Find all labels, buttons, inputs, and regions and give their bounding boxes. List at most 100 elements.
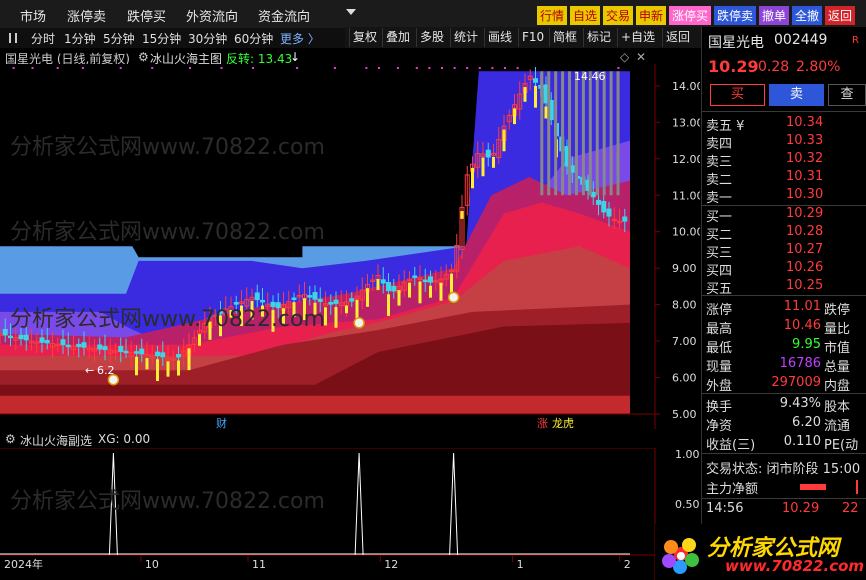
tab-intraday[interactable]: 分时 [31, 30, 55, 47]
signal-bar [513, 108, 516, 125]
stat-row-label2: 内盘 [824, 379, 851, 394]
bid-row[interactable]: 买四 10.26 [702, 260, 866, 279]
stat2-row-label2: 股本 [824, 400, 851, 415]
ask-row[interactable]: 卖一 10.30 [702, 187, 866, 206]
candle-body [2, 328, 8, 336]
menu-fund-flow[interactable]: 资金流向 [258, 6, 310, 25]
sub-gear-icon[interactable]: ⚙ [5, 432, 16, 446]
resistance-bar [609, 71, 613, 196]
candle-body [81, 342, 87, 348]
quick-watchlist-button[interactable]: 自选 [570, 6, 601, 25]
signal-dot [151, 67, 154, 69]
ask-row[interactable]: 卖三 10.32 [702, 151, 866, 170]
ask-row[interactable]: 卖二 10.31 [702, 169, 866, 188]
tool-stats[interactable]: 统计 [450, 28, 481, 47]
signal-dot [31, 67, 34, 69]
tab-15min[interactable]: 15分钟 [142, 30, 181, 47]
quick-cancel-all-button[interactable]: 全撤 [792, 6, 823, 25]
candle-body [76, 343, 82, 348]
quick-ipo-button[interactable]: 申新 [636, 6, 667, 25]
stat2-row: 收益(三) 0.110 PE(动 [702, 434, 866, 453]
quick-back-button[interactable]: 返回 [825, 6, 856, 25]
tool-back[interactable]: 返回 [662, 28, 693, 47]
bid-row[interactable]: 买五 10.25 [702, 278, 866, 297]
resistance-bar [547, 71, 551, 196]
stat-row-value: 16786 [779, 356, 821, 371]
bid-row[interactable]: 买三 10.27 [702, 242, 866, 261]
bid-row[interactable]: 买二 10.28 [702, 224, 866, 243]
money-bag-icon [353, 317, 365, 329]
signal-dot [189, 67, 191, 69]
sub-tick-2: 0.50 [675, 498, 700, 511]
marker-dragon-tiger[interactable]: 龙虎 [552, 417, 574, 429]
stat-row-label2: 跌停 [824, 303, 851, 318]
candle-body [422, 279, 428, 283]
tool-simple-frame[interactable]: 简框 [549, 28, 580, 47]
tool-f10[interactable]: F10 [518, 28, 547, 47]
bid-row-price: 10.29 [786, 206, 824, 221]
candle-body [18, 334, 24, 340]
marker-finance[interactable]: 财 [216, 416, 227, 429]
tab-5min[interactable]: 5分钟 [103, 30, 135, 47]
quick-limit-up-buy-button[interactable]: 涨停买 [669, 6, 712, 25]
price-tick-label: 11.00 [672, 189, 700, 202]
divider [702, 498, 866, 499]
menu-limit-down-buy[interactable]: 跌停买 [127, 6, 166, 25]
period-icon[interactable] [9, 33, 17, 43]
ask-row-price: 10.31 [786, 169, 824, 184]
bid-row[interactable]: 买一 10.29 [702, 206, 866, 225]
menu-market[interactable]: 市场 [20, 6, 46, 25]
divider [702, 111, 866, 112]
menu-dropdown-icon[interactable] [346, 9, 356, 15]
signal-dot [415, 67, 418, 69]
query-button[interactable]: 查 [828, 84, 866, 106]
sell-button[interactable]: 卖 [769, 84, 824, 106]
marker-limit-up[interactable]: 涨 [537, 417, 548, 429]
tool-mark[interactable]: 标记 [583, 28, 614, 47]
candle-body [596, 199, 601, 205]
stat-row-label2: 量比 [824, 322, 851, 337]
main-price-chart[interactable]: 分析家公式网www.70822.com 分析家公式网www.70822.com … [0, 64, 700, 429]
menu-foreign-flow[interactable]: 外资流向 [186, 6, 238, 25]
quick-limit-down-sell-button[interactable]: 跌停卖 [714, 6, 757, 25]
tool-multi[interactable]: 多股 [416, 28, 447, 47]
date-label: 11 [252, 558, 266, 571]
resistance-bar [588, 71, 592, 196]
quick-cancel-button[interactable]: 撤单 [759, 6, 790, 25]
tab-60min[interactable]: 60分钟 [234, 30, 273, 47]
candle-body [155, 351, 160, 357]
stat-row-label2: 市值 [824, 341, 851, 356]
indicator-gear-icon[interactable]: ⚙ [138, 50, 149, 64]
signal-bar [534, 85, 537, 108]
sub-indicator-chart[interactable]: 分析家公式网www.70822.com 1.00 0.50 2024年 10 11 1… [0, 448, 700, 580]
close-icon[interactable]: ✕ [636, 50, 646, 64]
quick-quote-button[interactable]: 行情 [537, 6, 568, 25]
tool-draw[interactable]: 画线 [484, 28, 515, 47]
tab-30min[interactable]: 30分钟 [188, 30, 227, 47]
buy-button[interactable]: 买 [710, 84, 765, 106]
menu-limit-up-sell[interactable]: 涨停卖 [67, 6, 106, 25]
tab-more[interactable]: 更多 〉 [280, 30, 320, 47]
ask-row-price: 10.33 [786, 133, 824, 148]
sub-indicator-name[interactable]: 冰山火海副选 [20, 432, 92, 449]
stat2-row: 净资 6.20 流通 [702, 415, 866, 434]
signal-bar [439, 282, 443, 301]
quick-trade-button[interactable]: 交易 [603, 6, 634, 25]
ask-row[interactable]: 卖四 10.33 [702, 133, 866, 152]
bid-row-label: 买一 [706, 210, 733, 225]
signal-bar [544, 106, 548, 119]
price-tick-label: 14.00 [672, 80, 700, 93]
candle-body [65, 344, 71, 348]
stat2-row-value: 6.20 [792, 415, 821, 430]
sub-tick-1: 1.00 [675, 448, 700, 461]
tab-1min[interactable]: 1分钟 [64, 30, 96, 47]
signal-bar [166, 361, 170, 377]
tool-add-watch[interactable]: +自选 [617, 28, 658, 47]
diamond-icon[interactable]: ◇ [620, 50, 629, 64]
price-tick-label: 6.00 [672, 372, 697, 385]
ask-row[interactable]: 卖五 ¥ 10.34 [702, 115, 866, 134]
tool-adjust[interactable]: 复权 [349, 28, 380, 47]
signal-dot [365, 67, 368, 69]
tool-overlay[interactable]: 叠加 [382, 28, 413, 47]
candle-body [60, 339, 66, 346]
